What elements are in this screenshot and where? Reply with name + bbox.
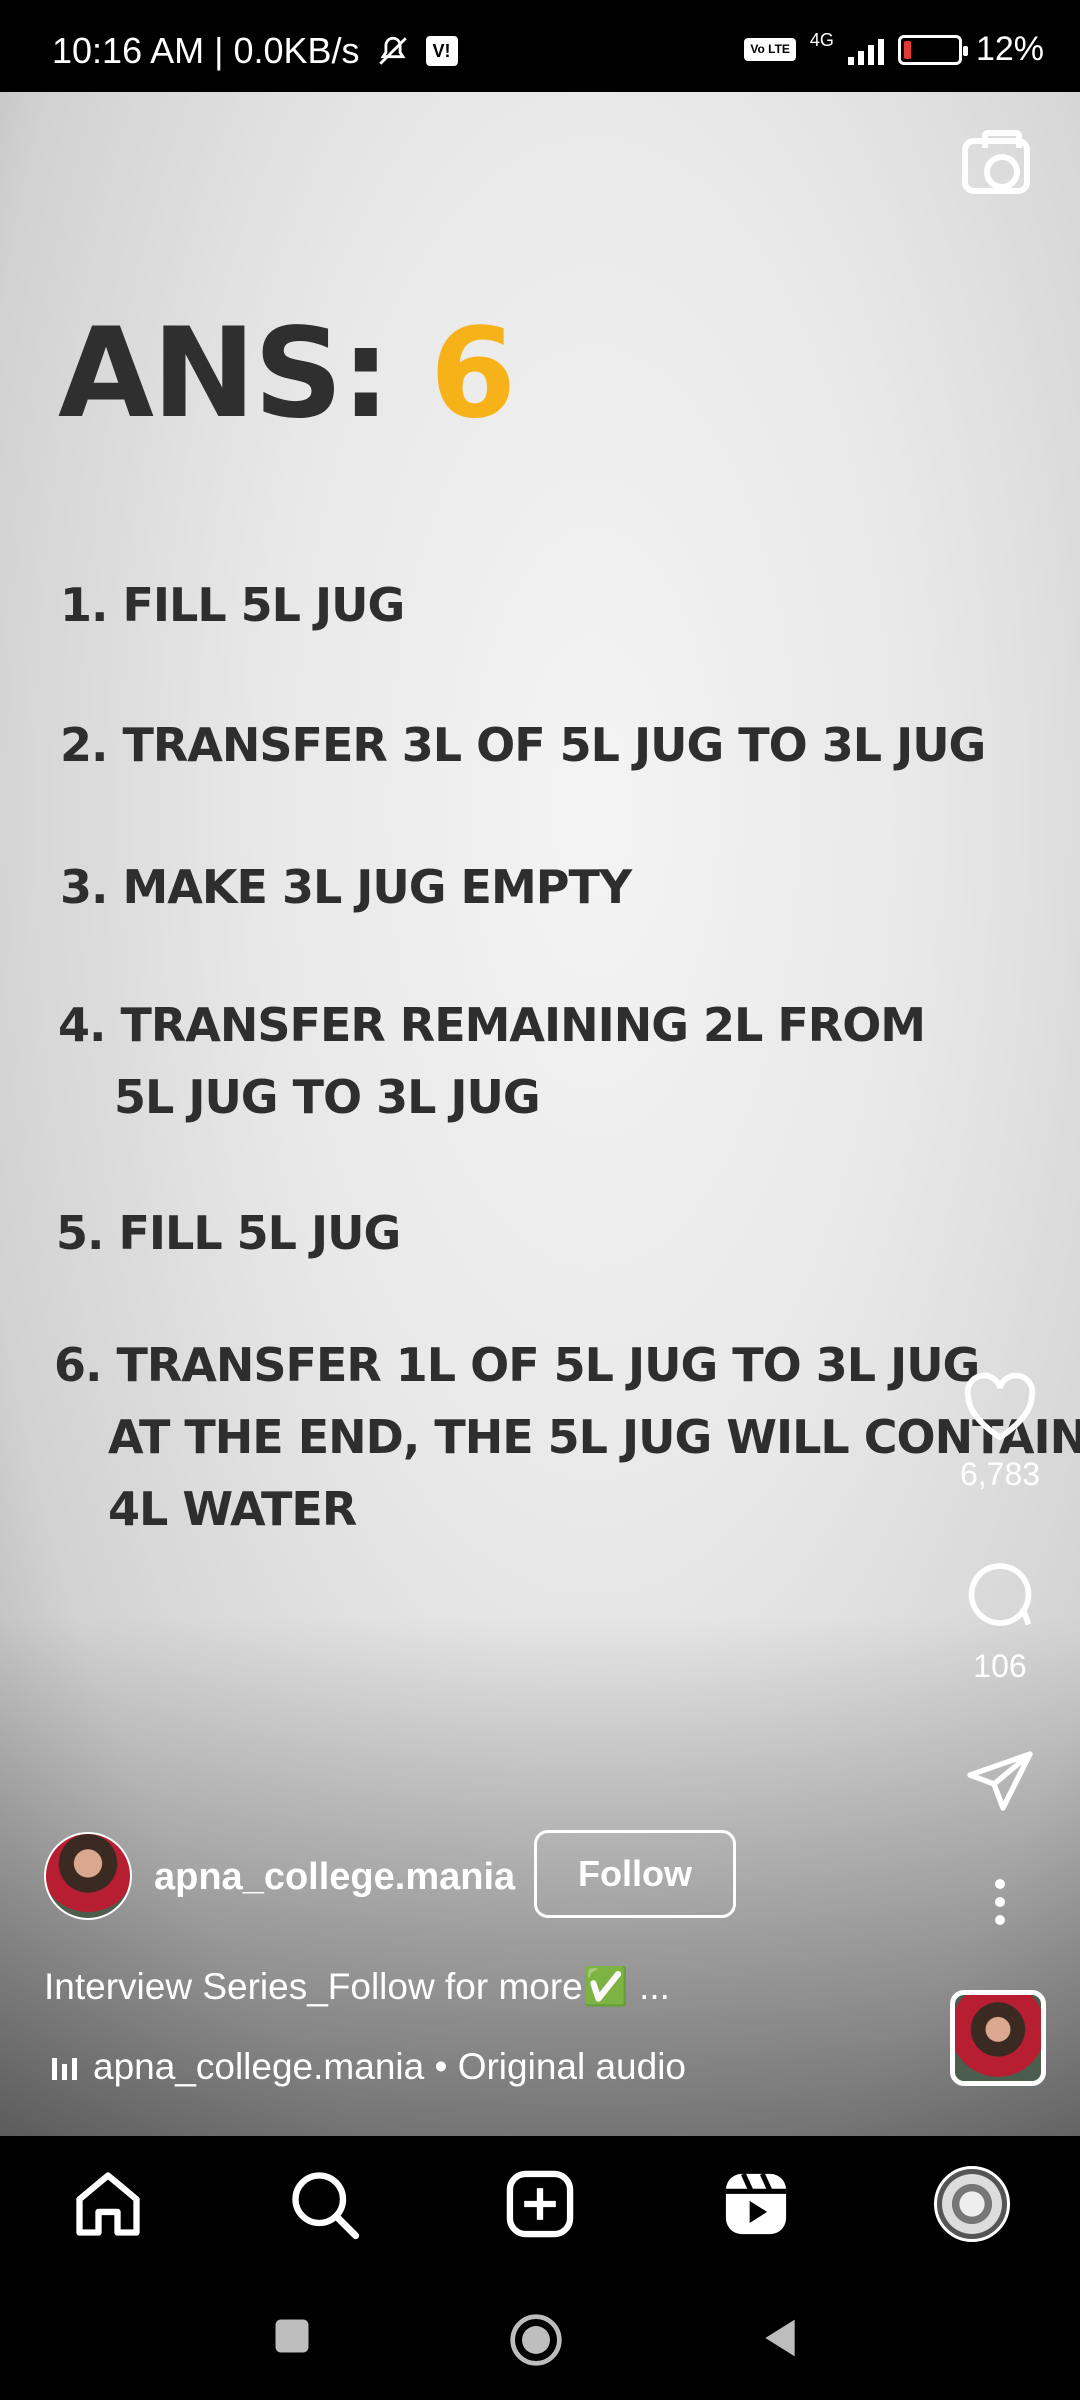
profile-avatar[interactable]	[934, 2166, 1010, 2242]
system-navigation	[0, 2272, 1080, 2400]
audio-thumbnail[interactable]	[950, 1990, 1046, 2086]
send-icon[interactable]	[964, 1748, 1036, 1814]
comment-count: 106	[973, 1648, 1027, 1684]
answer-value: 6	[429, 302, 516, 446]
step-6-line-1: 6. TRANSFER 1L OF 5L JUG TO 3L JUG	[54, 1338, 980, 1392]
signal-icon	[847, 35, 884, 65]
recents-icon[interactable]	[270, 2314, 314, 2358]
status-left: 10:16 AM | 0.0KB/s V!	[52, 30, 458, 72]
answer-title: ANS: 6	[58, 302, 516, 446]
reels-icon[interactable]	[718, 2166, 794, 2242]
like-count: 6,783	[959, 1456, 1041, 1492]
step-1: 1. FILL 5L JUG	[60, 578, 405, 632]
step-3: 3. MAKE 3L JUG EMPTY	[60, 860, 632, 914]
battery-percent: 12%	[975, 30, 1044, 68]
like-action[interactable]: 6,783	[950, 1372, 1050, 1493]
follow-button[interactable]: Follow	[534, 1830, 736, 1918]
status-right: Vo LTE 4G 12%	[744, 30, 1044, 69]
answer-label: ANS:	[58, 302, 391, 446]
reel-video[interactable]: ANS: 6 1. FILL 5L JUG 2. TRANSFER 3L OF …	[0, 92, 1080, 2136]
create-icon[interactable]	[502, 2166, 578, 2242]
carrier-badge: V!	[425, 36, 458, 66]
audio-bars-icon	[52, 2054, 77, 2080]
mute-bell-icon	[378, 36, 407, 65]
more-options[interactable]	[950, 1878, 1050, 1926]
comment-action[interactable]: 106	[950, 1558, 1050, 1685]
home-button-icon[interactable]	[508, 2312, 564, 2368]
time-speed: 10:16 AM | 0.0KB/s	[52, 30, 360, 71]
comment-icon[interactable]	[961, 1558, 1039, 1634]
step-6-line-3: 4L WATER	[108, 1482, 357, 1536]
camera-icon[interactable]	[962, 130, 1030, 194]
status-bar: 10:16 AM | 0.0KB/s V! Vo LTE 4G 12%	[0, 0, 1080, 92]
bottom-navigation	[0, 2136, 1080, 2272]
step-2: 2. TRANSFER 3L OF 5L JUG TO 3L JUG	[60, 718, 986, 772]
home-icon[interactable]	[70, 2166, 146, 2242]
author-username[interactable]: apna_college.mania	[154, 1856, 515, 1899]
volte-badge: Vo LTE	[744, 38, 796, 61]
step-4-line-2: 5L JUG TO 3L JUG	[114, 1070, 541, 1124]
step-5: 5. FILL 5L JUG	[56, 1206, 401, 1260]
caption-text[interactable]: Interview Series_Follow for more✅ ...	[44, 1966, 670, 2009]
back-icon[interactable]	[758, 2314, 802, 2362]
heart-icon[interactable]	[961, 1372, 1039, 1442]
step-6-line-2: AT THE END, THE 5L JUG WILL CONTAIN	[108, 1410, 1080, 1464]
search-icon[interactable]	[286, 2166, 362, 2242]
network-label: 4G	[809, 30, 834, 50]
audio-label[interactable]: apna_college.mania • Original audio	[93, 2046, 686, 2088]
battery-icon	[897, 34, 968, 65]
more-vertical-icon[interactable]	[990, 1878, 1010, 1926]
share-action[interactable]	[950, 1748, 1050, 1814]
author-avatar[interactable]	[44, 1832, 132, 1920]
step-4-line-1: 4. TRANSFER REMAINING 2L FROM	[58, 998, 926, 1052]
audio-info[interactable]: apna_college.mania • Original audio	[52, 2046, 686, 2088]
